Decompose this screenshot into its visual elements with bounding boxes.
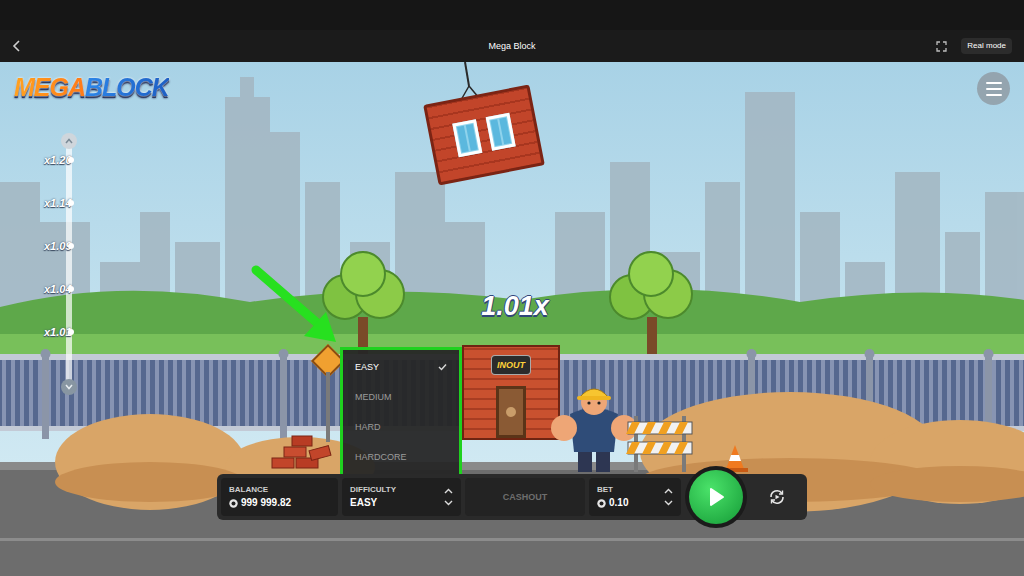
worker-icon bbox=[550, 380, 640, 475]
difficulty-select[interactable]: DIFFICULTY EASY bbox=[342, 478, 461, 516]
annotation-arrow-icon bbox=[250, 262, 345, 347]
game-scene: MEGABLOCK x1.20x1.14x1.09x1.04x1.01 1.01… bbox=[0, 62, 1024, 576]
difficulty-option-label: HARD bbox=[355, 421, 381, 433]
scale-dot bbox=[68, 243, 74, 249]
building-sign: INOUT bbox=[491, 355, 531, 375]
cashout-button[interactable]: CASHOUT bbox=[465, 478, 585, 516]
difficulty-option[interactable]: HARD bbox=[343, 412, 459, 442]
chevron-down-icon[interactable] bbox=[664, 500, 673, 506]
mode-badge[interactable]: Real mode bbox=[961, 38, 1012, 54]
window-title: Mega Block bbox=[488, 40, 535, 52]
difficulty-option[interactable]: HARDCORE bbox=[343, 442, 459, 472]
scale-dot bbox=[68, 286, 74, 292]
balance-value: 999 999.82 bbox=[241, 497, 291, 509]
start-building: INOUT bbox=[462, 345, 560, 440]
difficulty-option-label: HARDCORE bbox=[355, 451, 407, 463]
menu-button[interactable] bbox=[977, 72, 1010, 105]
chevron-up-icon[interactable] bbox=[664, 488, 673, 494]
current-multiplier: 1.01x bbox=[465, 290, 565, 322]
difficulty-menu: EASY MEDIUM HARD HARDCORE bbox=[340, 347, 462, 477]
check-icon bbox=[438, 363, 447, 371]
scale-up-icon[interactable] bbox=[61, 133, 77, 149]
top-bar: Mega Block Real mode bbox=[0, 0, 1024, 62]
chevron-down-icon[interactable] bbox=[444, 500, 453, 506]
balance-box: BALANCE 999 999.82 bbox=[221, 478, 338, 516]
game-logo: MEGABLOCK bbox=[14, 72, 169, 102]
fullscreen-icon[interactable] bbox=[936, 41, 947, 52]
scale-dot bbox=[68, 329, 74, 335]
autoplay-icon[interactable] bbox=[768, 488, 786, 506]
difficulty-option[interactable]: MEDIUM bbox=[343, 382, 459, 412]
bet-input[interactable]: BET 0.10 bbox=[589, 478, 681, 516]
difficulty-option-label: EASY bbox=[355, 361, 379, 373]
barrier-icon bbox=[626, 412, 694, 472]
play-icon bbox=[707, 487, 725, 507]
back-icon[interactable] bbox=[12, 40, 22, 52]
bet-value: 0.10 bbox=[609, 497, 628, 509]
multiplier-scale: x1.20x1.14x1.09x1.04x1.01 bbox=[44, 132, 96, 397]
difficulty-option-label: MEDIUM bbox=[355, 391, 392, 403]
scale-down-icon[interactable] bbox=[61, 379, 77, 395]
scale-dot bbox=[68, 200, 74, 206]
cashout-label: CASHOUT bbox=[503, 491, 548, 503]
chevron-up-icon[interactable] bbox=[444, 488, 453, 494]
control-bar: BALANCE 999 999.82 DIFFICULTY EASY CASHO… bbox=[217, 474, 807, 520]
scale-dot bbox=[68, 157, 74, 163]
difficulty-option[interactable]: EASY bbox=[343, 352, 459, 382]
coin-icon bbox=[597, 499, 606, 508]
coin-icon bbox=[229, 499, 238, 508]
bricks-icon bbox=[270, 434, 336, 474]
play-button[interactable] bbox=[685, 466, 747, 528]
difficulty-value: EASY bbox=[350, 497, 396, 509]
